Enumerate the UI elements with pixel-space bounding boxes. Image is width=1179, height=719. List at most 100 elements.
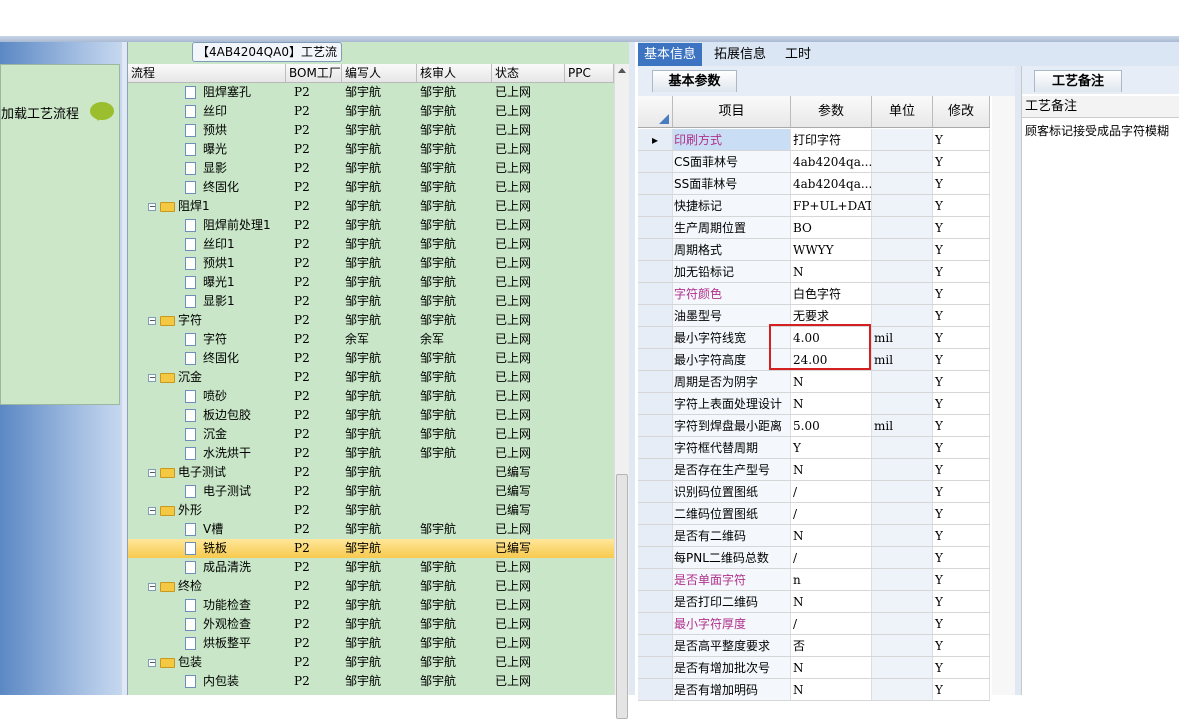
param-value[interactable]: 打印字符 (791, 129, 872, 150)
tree-node[interactable]: 水洗烘干 (128, 444, 286, 463)
row-selector[interactable] (638, 327, 673, 348)
tree-row[interactable]: − 包装 P2 邹宇航 邹宇航 已上网 (128, 653, 614, 672)
node-label[interactable]: 水洗烘干 (203, 444, 251, 463)
tree-row[interactable]: 终固化 P2 邹宇航 邹宇航 已上网 (128, 178, 614, 197)
param-value[interactable]: 24.00 (791, 349, 872, 370)
tree-node[interactable]: 内包装 (128, 672, 286, 691)
param-value[interactable]: BO (791, 217, 872, 238)
node-label[interactable]: 终固化 (203, 178, 239, 197)
chat-bubble-icon[interactable] (90, 102, 114, 121)
node-label[interactable]: 喷砂 (203, 387, 227, 406)
node-label[interactable]: 曝光 (203, 140, 227, 159)
tree-node[interactable]: 电子测试 (128, 482, 286, 501)
node-label[interactable]: 丝印1 (203, 235, 235, 254)
param-modify[interactable]: Y (933, 129, 990, 150)
param-modify[interactable]: Y (933, 569, 990, 590)
param-row[interactable]: 是否单面字符 n Y (638, 569, 990, 591)
param-value[interactable]: 5.00 (791, 415, 872, 436)
tree-node[interactable]: 终固化 (128, 178, 286, 197)
node-label[interactable]: 沉金 (203, 425, 227, 444)
param-row[interactable]: SS面菲林号 4ab4204qa... Y (638, 173, 990, 195)
param-modify[interactable]: Y (933, 393, 990, 414)
param-modify[interactable]: Y (933, 547, 990, 568)
node-label[interactable]: 成品清洗 (203, 558, 251, 577)
tree-node[interactable]: 功能检查 (128, 596, 286, 615)
tree-row[interactable]: 字符 P2 余军 余军 已上网 (128, 330, 614, 349)
tree-col-1[interactable]: BOM工厂 (286, 64, 342, 82)
col-modify[interactable]: 修改 (933, 96, 990, 127)
param-row[interactable]: 二维码位置图纸 / Y (638, 503, 990, 525)
row-selector[interactable] (638, 679, 673, 700)
scroll-up-icon[interactable] (618, 68, 626, 73)
tree-node[interactable]: 外观检查 (128, 615, 286, 634)
tab-process-memo[interactable]: 工艺备注 (1034, 70, 1122, 92)
load-flow-label[interactable]: 加载工艺流程 (1, 103, 79, 122)
param-modify[interactable]: Y (933, 173, 990, 194)
row-selector[interactable] (638, 151, 673, 172)
param-row[interactable]: 字符上表面处理设计 N Y (638, 393, 990, 415)
node-label[interactable]: 阻焊塞孔 (203, 83, 251, 102)
row-selector[interactable] (638, 173, 673, 194)
tree-row[interactable]: − 外形 P2 邹宇航 已编写 (128, 501, 614, 520)
node-label[interactable]: 铣板 (203, 539, 227, 558)
collapse-icon[interactable]: − (148, 374, 156, 382)
tree-row[interactable]: 喷砂 P2 邹宇航 邹宇航 已上网 (128, 387, 614, 406)
tree-row[interactable]: 丝印 P2 邹宇航 邹宇航 已上网 (128, 102, 614, 121)
param-modify[interactable]: Y (933, 657, 990, 678)
param-row[interactable]: 字符到焊盘最小距离 5.00 mil Y (638, 415, 990, 437)
tree-row[interactable]: 显影 P2 邹宇航 邹宇航 已上网 (128, 159, 614, 178)
node-label[interactable]: 预烘1 (203, 254, 235, 273)
param-row[interactable]: 字符颜色 白色字符 Y (638, 283, 990, 305)
collapse-icon[interactable]: − (148, 583, 156, 591)
node-label[interactable]: 字符 (178, 311, 202, 330)
middle-splitter[interactable] (629, 42, 635, 695)
param-modify[interactable]: Y (933, 613, 990, 634)
param-modify[interactable]: Y (933, 371, 990, 392)
param-modify[interactable]: Y (933, 525, 990, 546)
row-selector[interactable] (638, 415, 673, 436)
tree-node[interactable]: 丝印 (128, 102, 286, 121)
tree-row[interactable]: 铣板 P2 邹宇航 已编写 (128, 539, 614, 558)
node-label[interactable]: 阻焊前处理1 (203, 216, 271, 235)
tree-row[interactable]: 烘板整平 P2 邹宇航 邹宇航 已上网 (128, 634, 614, 653)
node-label[interactable]: 电子测试 (203, 482, 251, 501)
param-row[interactable]: 是否打印二维码 N Y (638, 591, 990, 613)
node-label[interactable]: 外观检查 (203, 615, 251, 634)
tree-row[interactable]: 预烘1 P2 邹宇航 邹宇航 已上网 (128, 254, 614, 273)
param-value[interactable]: / (791, 547, 872, 568)
tree-row[interactable]: 板边包胶 P2 邹宇航 邹宇航 已上网 (128, 406, 614, 425)
param-modify[interactable]: Y (933, 195, 990, 216)
tree-row[interactable]: 终固化 P2 邹宇航 邹宇航 已上网 (128, 349, 614, 368)
tree-row[interactable]: 电子测试 P2 邹宇航 已编写 (128, 482, 614, 501)
row-selector[interactable] (638, 349, 673, 370)
node-label[interactable]: 字符 (203, 330, 227, 349)
tree-node[interactable]: 字符 (128, 330, 286, 349)
node-label[interactable]: 烘板整平 (203, 634, 251, 653)
node-label[interactable]: 曝光1 (203, 273, 235, 292)
node-label[interactable]: 终固化 (203, 349, 239, 368)
param-modify[interactable]: Y (933, 481, 990, 502)
param-row[interactable]: 识别码位置图纸 / Y (638, 481, 990, 503)
tree-col-0[interactable]: 流程 (128, 64, 286, 82)
row-selector[interactable] (638, 635, 673, 656)
param-row[interactable]: 生产周期位置 BO Y (638, 217, 990, 239)
tree-row[interactable]: − 电子测试 P2 邹宇航 已编写 (128, 463, 614, 482)
tree-row[interactable]: 沉金 P2 邹宇航 邹宇航 已上网 (128, 425, 614, 444)
param-value[interactable]: WWYY (791, 239, 872, 260)
param-modify[interactable]: Y (933, 591, 990, 612)
collapse-icon[interactable]: − (148, 659, 156, 667)
param-modify[interactable]: Y (933, 503, 990, 524)
param-row[interactable]: 快捷标记FP+UL+DAT... Y (638, 195, 990, 217)
param-row[interactable]: 加无铅标记 N Y (638, 261, 990, 283)
tree-node[interactable]: − 阻焊1 (128, 197, 286, 216)
param-row[interactable]: 最小字符厚度 / Y (638, 613, 990, 635)
tree-scrollbar[interactable] (614, 64, 629, 719)
collapse-icon[interactable]: − (148, 469, 156, 477)
tree-node[interactable]: 显影 (128, 159, 286, 178)
param-value[interactable]: N (791, 525, 872, 546)
param-row[interactable]: 最小字符线宽 4.00 mil Y (638, 327, 990, 349)
param-value[interactable]: N (791, 679, 872, 700)
row-selector[interactable] (638, 613, 673, 634)
row-selector[interactable] (638, 547, 673, 568)
collapse-icon[interactable]: − (148, 203, 156, 211)
